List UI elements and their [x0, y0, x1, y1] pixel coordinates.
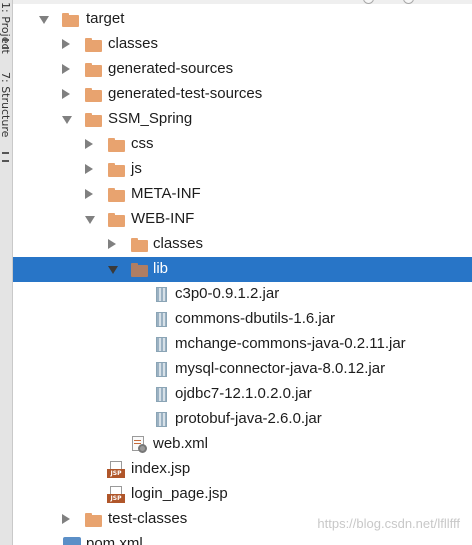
tree-item-pom-xml[interactable]: pom.xml [13, 532, 472, 545]
tree-item-jar[interactable]: mysql-connector-java-8.0.12.jar [13, 357, 472, 382]
tree-item-web-inf-classes[interactable]: classes [13, 232, 472, 257]
folder-icon [108, 163, 125, 177]
tree-item-generated-sources[interactable]: generated-sources [13, 57, 472, 82]
jsp-file-icon: JSP [107, 486, 125, 503]
expand-arrow-icon[interactable] [108, 266, 118, 274]
tree-item-label: lib [153, 260, 169, 277]
watermark: https://blog.csdn.net/lfllfff [317, 516, 460, 531]
maven-icon [63, 537, 81, 545]
folder-icon [85, 88, 102, 102]
folder-icon [108, 213, 125, 227]
jsp-file-icon: JSP [107, 461, 125, 478]
jar-icon [156, 387, 167, 402]
tree-item-css[interactable]: css [13, 132, 472, 157]
tree-item-classes[interactable]: classes [13, 32, 472, 57]
collapse-arrow-icon[interactable] [62, 89, 70, 99]
tree-item-label: WEB-INF [131, 210, 195, 227]
tree-item-label: c3p0-0.9.1.2.jar [175, 285, 280, 302]
structure-tab-label: 7: Structure [0, 72, 12, 138]
tree-item-label: generated-sources [108, 60, 234, 77]
structure-tab-icon [2, 152, 9, 162]
tree-item-label: web.xml [153, 435, 209, 452]
jar-icon [156, 362, 167, 377]
tree-item-label: generated-test-sources [108, 85, 263, 102]
settings-icon[interactable] [403, 0, 414, 4]
folder-icon [62, 13, 79, 27]
tree-item-label: js [131, 160, 142, 177]
tree-item-label: index.jsp [131, 460, 191, 477]
jar-icon [156, 412, 167, 427]
tree-item-web-xml[interactable]: web.xml [13, 432, 472, 457]
tree-item-label: css [131, 135, 154, 152]
jar-icon [156, 337, 167, 352]
collapse-arrow-icon[interactable] [108, 239, 116, 249]
collapse-arrow-icon[interactable] [62, 39, 70, 49]
xml-file-icon [130, 436, 148, 453]
tree-item-label: commons-dbutils-1.6.jar [175, 310, 336, 327]
folder-icon [85, 38, 102, 52]
tree-item-js[interactable]: js [13, 157, 472, 182]
expand-arrow-icon[interactable] [85, 216, 95, 224]
tree-item-label: classes [108, 35, 159, 52]
folder-icon [85, 63, 102, 77]
folder-icon [131, 263, 148, 277]
folder-icon [85, 113, 102, 127]
tree-item-ssm-spring[interactable]: SSM_Spring [13, 107, 472, 132]
tree-item-jar[interactable]: ojdbc7-12.1.0.2.0.jar [13, 382, 472, 407]
folder-icon [108, 138, 125, 152]
collapse-arrow-icon[interactable] [62, 514, 70, 524]
structure-tab[interactable]: 7: Structure [0, 72, 12, 137]
tree-item-jar[interactable]: protobuf-java-2.6.0.jar [13, 407, 472, 432]
tree-item-generated-test-sources[interactable]: generated-test-sources [13, 82, 472, 107]
collapse-arrow-icon[interactable] [85, 189, 93, 199]
tree-item-label: classes [153, 235, 204, 252]
tree-item-login-page-jsp[interactable]: JSP login_page.jsp [13, 482, 472, 507]
jar-icon [156, 312, 167, 327]
panel-toolbar [13, 0, 472, 4]
tree-item-jar[interactable]: c3p0-0.9.1.2.jar [13, 282, 472, 307]
collapse-arrow-icon[interactable] [62, 64, 70, 74]
tree-item-target[interactable]: target [13, 7, 472, 32]
folder-icon [85, 513, 102, 527]
tree-item-label: ojdbc7-12.1.0.2.0.jar [175, 385, 312, 402]
folder-icon [108, 188, 125, 202]
tree-item-web-inf[interactable]: WEB-INF [13, 207, 472, 232]
folder-icon [131, 238, 148, 252]
locate-icon[interactable] [363, 0, 374, 4]
tree-item-label: mchange-commons-java-0.2.11.jar [175, 335, 406, 352]
tree-item-index-jsp[interactable]: JSP index.jsp [13, 457, 472, 482]
tree-item-label: target [86, 10, 125, 27]
tree-item-meta-inf[interactable]: META-INF [13, 182, 472, 207]
tree-item-label: login_page.jsp [131, 485, 228, 502]
tree-item-label: META-INF [131, 185, 201, 202]
collapse-arrow-icon[interactable] [85, 139, 93, 149]
tree-item-jar[interactable]: mchange-commons-java-0.2.11.jar [13, 332, 472, 357]
tree-item-lib[interactable]: lib [13, 257, 472, 282]
tree-item-label: pom.xml [86, 535, 143, 545]
expand-arrow-icon[interactable] [39, 16, 49, 24]
expand-arrow-icon[interactable] [62, 116, 72, 124]
tool-window-strip: 1: Project 7: Structure [0, 0, 13, 545]
tree-item-label: test-classes [108, 510, 188, 527]
collapse-arrow-icon[interactable] [85, 164, 93, 174]
tree-item-label: mysql-connector-java-8.0.12.jar [175, 360, 386, 377]
jar-icon [156, 287, 167, 302]
tree-item-label: SSM_Spring [108, 110, 193, 127]
tree-item-jar[interactable]: commons-dbutils-1.6.jar [13, 307, 472, 332]
project-tab-icon [2, 39, 9, 49]
tree-item-label: protobuf-java-2.6.0.jar [175, 410, 322, 427]
